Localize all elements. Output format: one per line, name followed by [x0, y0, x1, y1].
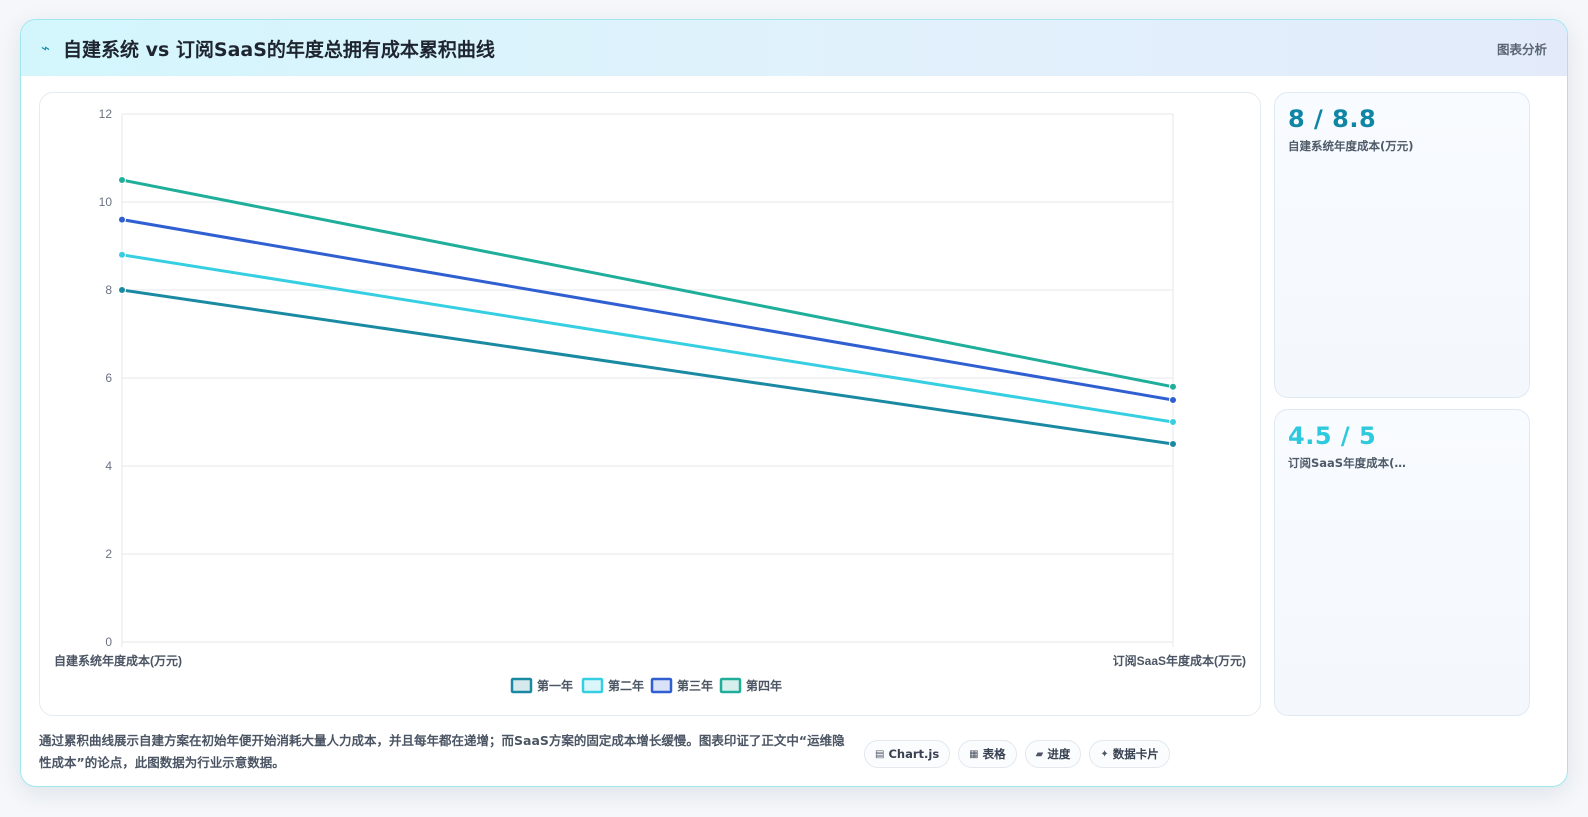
data-point	[1169, 396, 1177, 404]
button-label: Chart.js	[888, 747, 940, 761]
data-point	[1169, 440, 1177, 448]
header-tag: 图表分析	[1496, 42, 1547, 57]
lightning-icon: ⌁	[41, 39, 51, 57]
data-point	[1169, 418, 1177, 426]
button-label: 数据卡片	[1112, 747, 1159, 761]
stat-card-self-built: 8 / 8.8 自建系统年度成本(万元)	[1274, 92, 1530, 398]
x-tick-label: 自建系统年度成本(万元)	[54, 653, 182, 668]
legend-swatch	[719, 677, 742, 694]
y-tick-label: 10	[99, 195, 113, 209]
legend-label: 第一年	[537, 678, 573, 693]
data-point	[1169, 382, 1177, 391]
series-line	[121, 218, 1174, 402]
sparkle-icon: ✦	[1100, 748, 1109, 760]
button-label: 表格	[982, 747, 1006, 761]
y-tick-label: 6	[105, 371, 112, 385]
y-tick-label: 0	[105, 635, 112, 649]
button-label: 进度	[1047, 747, 1071, 761]
y-tick-label: 8	[105, 283, 112, 297]
progress-icon: ▰	[1035, 748, 1044, 760]
chart-panel: 0 2 4 6 8 10 12 自建系统年度成本(万元) 订阅SaaS年度成本(万元) 第一年 第二…	[39, 92, 1261, 716]
series-line	[121, 253, 1174, 424]
legend-label: 第二年	[608, 678, 644, 693]
data-point	[118, 215, 126, 224]
data-card-button[interactable]: ✦ 数据卡片	[1089, 740, 1170, 768]
card-title: 自建系统 vs 订阅SaaS的年度总拥有成本累积曲线	[63, 39, 495, 61]
view-switcher: ▤ Chart.js ▦ 表格 ▰ 进度 ✦ 数据卡片	[864, 740, 1170, 768]
chartjs-button[interactable]: ▤ Chart.js	[864, 740, 951, 768]
stat-label: 订阅SaaS年度成本(万...	[1288, 456, 1416, 470]
chart-icon: ▤	[875, 748, 885, 760]
stat-value: 4.5 / 5	[1288, 422, 1377, 450]
x-tick-label: 订阅SaaS年度成本(万元)	[1113, 653, 1246, 668]
progress-button[interactable]: ▰ 进度	[1024, 740, 1082, 768]
legend-swatch	[650, 677, 673, 694]
legend-swatch	[510, 677, 533, 694]
data-point	[118, 286, 126, 294]
line-chart: 0 2 4 6 8 10 12 自建系统年度成本(万元) 订阅SaaS年度成本(万元) 第一年 第二…	[54, 107, 1246, 694]
stat-card-saas: 4.5 / 5 订阅SaaS年度成本(万...	[1274, 409, 1530, 716]
y-tick-label: 12	[99, 107, 113, 121]
legend-label: 第四年	[746, 678, 782, 693]
series-line	[121, 178, 1174, 389]
stat-label: 自建系统年度成本(万元)	[1288, 139, 1414, 153]
series-line	[121, 288, 1174, 446]
chart-card: ⌁ 自建系统 vs 订阅SaaS的年度总拥有成本累积曲线 图表分析 0 2 4 6 8 1…	[20, 19, 1568, 787]
chart-description: 通过累积曲线展示自建方案在初始年便开始消耗大量人力成本，并且每年都在递增；而Sa…	[39, 733, 845, 770]
y-tick-label: 4	[105, 459, 112, 473]
legend-swatch	[581, 677, 604, 694]
data-point	[118, 176, 126, 184]
table-icon: ▦	[969, 748, 979, 760]
stat-value: 8 / 8.8	[1288, 105, 1377, 133]
table-button[interactable]: ▦ 表格	[958, 740, 1017, 768]
y-tick-label: 2	[105, 547, 112, 561]
card-header: ⌁ 自建系统 vs 订阅SaaS的年度总拥有成本累积曲线 图表分析	[21, 20, 1567, 76]
data-point	[118, 250, 126, 259]
legend-label: 第三年	[677, 678, 713, 693]
